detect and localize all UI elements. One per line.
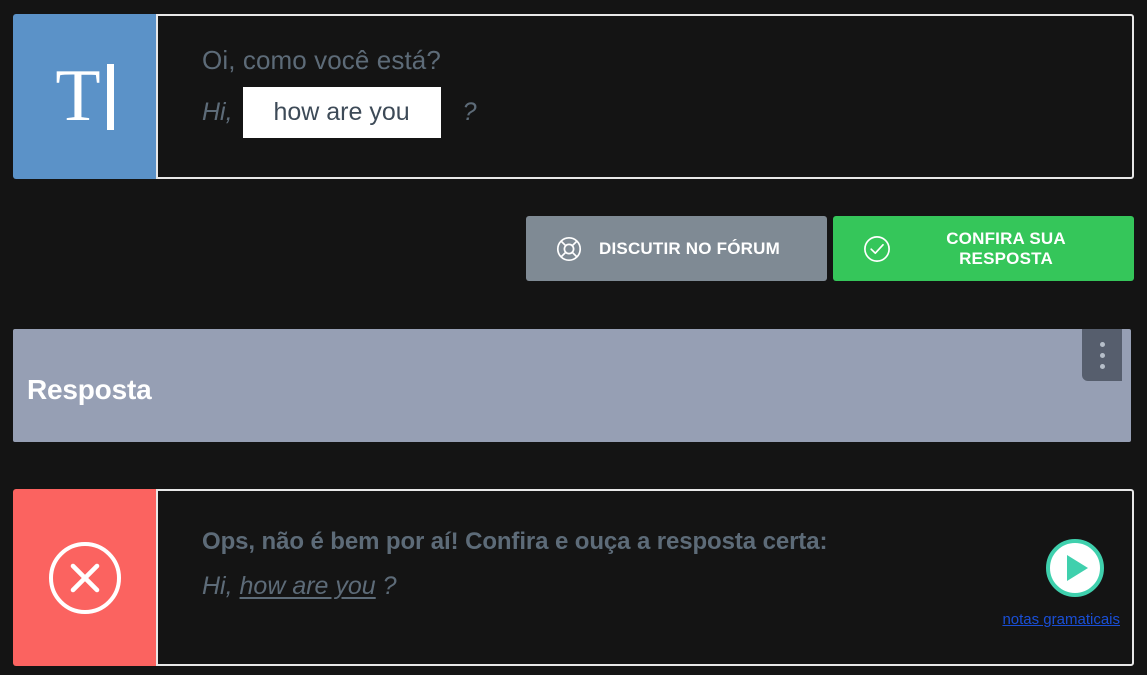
grammar-notes-link[interactable]: notas gramaticais (1002, 611, 1120, 628)
play-audio-button[interactable] (1046, 539, 1104, 597)
feedback-heading: Ops, não é bem por aí! Confira e ouça a … (202, 528, 828, 555)
kebab-dot (1099, 363, 1105, 369)
answer-input-line: Hi, ? (202, 86, 1132, 138)
answer-section-title: Resposta (27, 374, 152, 405)
feedback-correct-answer: Hi, how are you ? (202, 572, 1132, 601)
kebab-dot (1099, 341, 1105, 347)
text-caret-icon (106, 63, 114, 130)
question-card: T Oi, como você está? Hi, ? (13, 14, 1134, 179)
question-icon-block: T (13, 14, 156, 179)
feedback-body: Ops, não é bem por aí! Confira e ouça a … (156, 489, 1134, 666)
check-circle-icon (864, 235, 890, 262)
answer-suffix: ? (462, 97, 477, 126)
feedback-answer-highlight: how are you (239, 572, 376, 601)
check-answer-button[interactable]: CONFIRA SUA RESPOSTA (833, 216, 1134, 281)
discuss-forum-button[interactable]: DISCUTIR NO FÓRUM (526, 216, 827, 281)
feedback-card: Ops, não é bem por aí! Confira e ouça a … (13, 489, 1134, 666)
action-buttons: DISCUTIR NO FÓRUM CONFIRA SUA RESPOSTA (526, 216, 1134, 281)
feedback-answer-prefix: Hi, (202, 572, 233, 601)
answer-section-bar: Resposta (13, 329, 1131, 442)
check-answer-label: CONFIRA SUA RESPOSTA (946, 228, 1066, 268)
kebab-menu-icon[interactable] (1082, 329, 1122, 381)
play-icon (1067, 555, 1088, 581)
lifebuoy-icon (556, 236, 582, 261)
feedback-answer-suffix: ? (382, 572, 397, 601)
question-prompt-native: Oi, como você está? (202, 45, 441, 75)
answer-input[interactable] (242, 86, 441, 138)
kebab-dot (1099, 352, 1105, 358)
feedback-status-block (13, 489, 156, 666)
question-body: Oi, como você está? Hi, ? (156, 14, 1134, 179)
text-input-icon-letter: T (55, 55, 101, 138)
x-circle-icon (48, 541, 121, 614)
answer-prefix: Hi, (202, 97, 233, 126)
discuss-forum-label: DISCUTIR NO FÓRUM (599, 238, 780, 258)
text-input-icon: T (55, 55, 114, 138)
